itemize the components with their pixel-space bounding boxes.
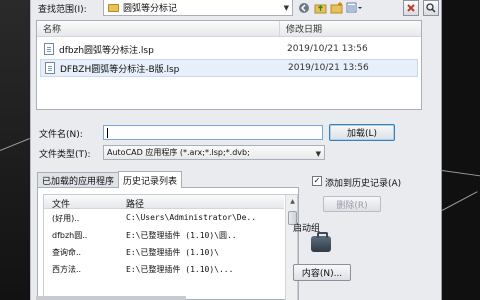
briefcase-icon [311,232,331,252]
up-folder-icon[interactable] [313,1,327,14]
chevron-down-icon: ▼ [283,4,289,12]
history-file: 西方法.. [52,265,82,274]
background-left-panel [0,0,30,300]
new-folder-icon[interactable] [329,1,343,14]
add-history-label: 添加到历史记录(A) [325,179,402,189]
background-right-panel [442,0,480,300]
file-row[interactable]: dfbzh圆弧等分标注.lsp 2019/10/21 13:56 [40,40,418,58]
history-path: C:\Users\Administrator\De.. [126,213,257,222]
column-header-file[interactable]: 文件 [52,197,70,210]
column-header-date[interactable]: 修改日期 [286,22,322,35]
filename-input[interactable] [103,125,323,140]
look-in-label: 查找范围(I): [38,5,87,15]
history-scrollbar[interactable]: ▲ [285,195,297,300]
tab-loaded-applications[interactable]: 已加载的应用程序 [37,172,120,188]
scroll-up-icon[interactable]: ▲ [287,196,297,207]
lisp-file-icon [45,62,55,74]
column-header-path[interactable]: 路径 [126,197,284,210]
filetype-dropdown[interactable]: AutoCAD 应用程序 (*.arx;*.lsp;*.dvb; ▼ [103,145,325,160]
look-in-dropdown[interactable]: 圆弧等分标记 ▼ [103,0,293,16]
file-row-selected[interactable]: DFBZH圆弧等分标注-B版.lsp 2019/10/21 13:56 [40,59,418,77]
remove-button[interactable]: 删除(R) [323,196,381,212]
folder-icon [108,3,119,12]
history-path: E:\已整理插件 (1.10)\... [126,265,234,274]
load-button[interactable]: 加载(L) [329,124,395,141]
file-list-header: 名称 修改日期 [37,21,421,37]
find-icon[interactable] [423,0,439,16]
file-name: DFBZH圆弧等分标注-B版.lsp [60,64,180,75]
history-file: 查询命.. [52,248,82,257]
look-in-value: 圆弧等分标记 [123,4,178,14]
tab-history-list[interactable]: 历史记录列表 [118,171,183,188]
file-name: dfbzh圆弧等分标注.lsp [59,45,154,56]
history-list-header: 文件 路径 [44,195,284,210]
back-icon[interactable] [297,1,311,14]
add-history-checkbox[interactable]: ✓ [312,176,322,186]
file-date: 2019/10/21 13:56 [287,44,368,54]
history-path: E:\已整理插件 (1.10)\ [126,248,219,257]
filetype-value: AutoCAD 应用程序 (*.arx;*.lsp;*.dvb; [107,148,250,157]
history-row[interactable]: (好用).. C:\Users\Administrator\De.. [44,211,284,225]
chevron-down-icon: ▼ [315,150,321,158]
column-header-name[interactable]: 名称 [43,22,61,35]
views-menu-icon[interactable] [345,1,363,14]
history-row[interactable]: 查询命.. E:\已整理插件 (1.10)\ [44,245,284,259]
history-file: (好用).. [52,214,80,223]
delete-icon[interactable] [403,0,419,16]
history-row[interactable]: dfbzh圆.. E:\已整理插件 (1.10)\圆.. [44,228,284,242]
history-panel: 文件 路径 (好用).. C:\Users\Administrator\De..… [37,187,299,300]
column-divider[interactable] [279,21,280,37]
history-path: E:\已整理插件 (1.10)\圆.. [126,231,237,240]
history-list[interactable]: 文件 路径 (好用).. C:\Users\Administrator\De..… [43,194,298,300]
lisp-file-icon [44,43,54,55]
history-file: dfbzh圆.. [52,231,88,240]
contents-button[interactable]: 内容(N)... [293,264,351,281]
text-caret [107,128,108,138]
startup-suite-label: 启动组 [293,224,321,234]
bottom-strip [36,296,186,300]
appload-dialog: 查找范围(I): 圆弧等分标记 ▼ 名称 修改日期 dfbzh圆弧等分标注.ls… [30,0,442,300]
filename-label: 文件名(N): [39,130,83,140]
filetype-label: 文件类型(T): [39,150,91,160]
file-list[interactable]: 名称 修改日期 dfbzh圆弧等分标注.lsp 2019/10/21 13:56… [36,20,422,110]
history-row[interactable]: 西方法.. E:\已整理插件 (1.10)\... [44,262,284,276]
file-date: 2019/10/21 13:56 [288,63,369,73]
tab-strip: 已加载的应用程序 历史记录列表 [37,171,183,188]
